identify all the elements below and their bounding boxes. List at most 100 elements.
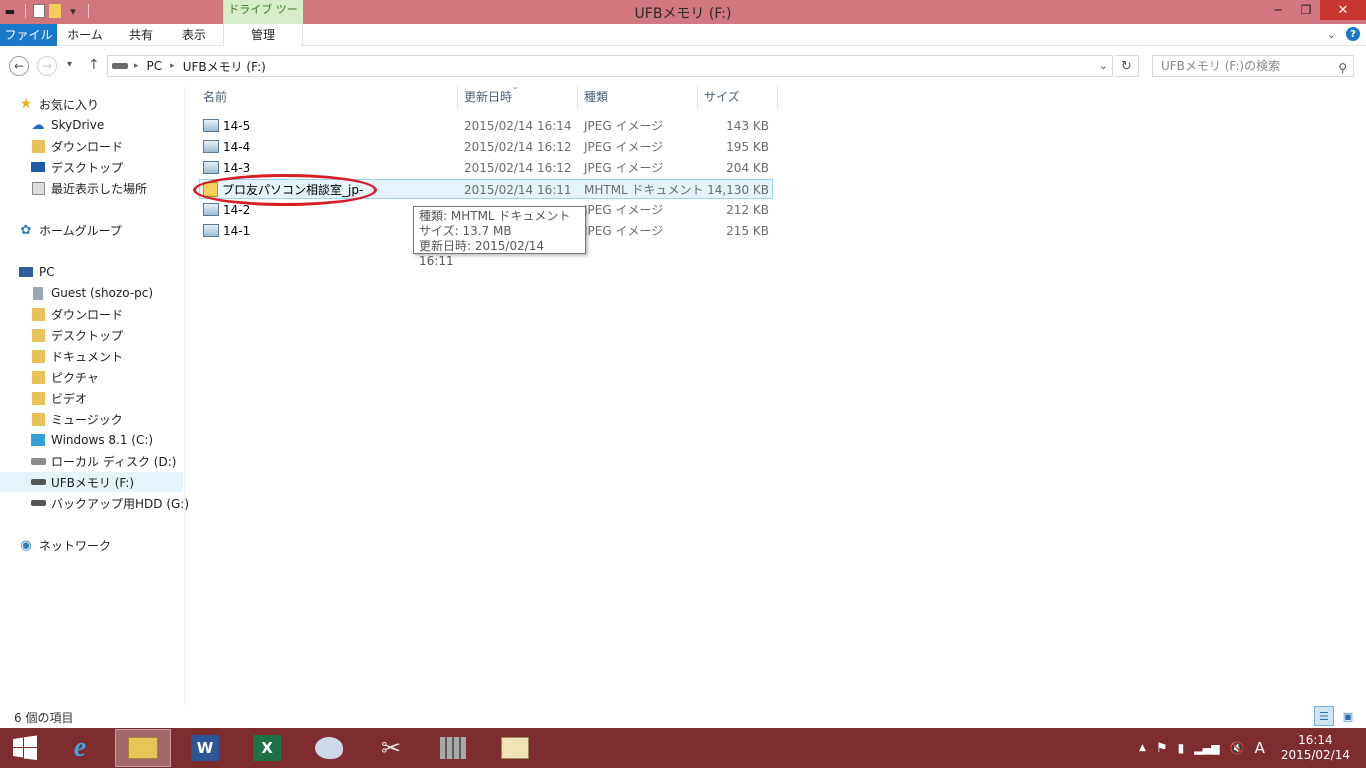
taskbar-excel[interactable]: X	[239, 729, 295, 767]
sidebar-item-pc[interactable]: PC	[18, 262, 55, 282]
up-button[interactable]: ↑	[88, 57, 100, 73]
column-divider[interactable]	[457, 86, 458, 110]
qat-divider	[25, 4, 26, 18]
taskbar-internet-explorer[interactable]: e	[52, 729, 108, 767]
new-folder-icon[interactable]	[49, 4, 61, 18]
excel-icon: X	[253, 735, 281, 761]
taskbar-photo-viewer[interactable]	[487, 729, 543, 767]
tab-file[interactable]: ファイル	[0, 24, 57, 46]
address-bar[interactable]: ▸ PC ▸ UFBメモリ (F:) ⌄	[107, 55, 1113, 77]
pane-divider[interactable]	[184, 86, 185, 706]
file-name: 14-1	[223, 224, 251, 238]
breadcrumb-separator-icon: ▸	[134, 61, 139, 71]
power-icon[interactable]: ▮	[1178, 741, 1185, 755]
show-hidden-icons-button[interactable]: ▲	[1139, 743, 1146, 753]
recent-locations-dropdown[interactable]: ▾	[67, 59, 72, 70]
tab-manage[interactable]: 管理	[223, 24, 303, 46]
ime-mode-indicator[interactable]: A	[1255, 739, 1265, 757]
file-type: JPEG イメージ	[584, 161, 664, 175]
file-row[interactable]: 14-4 2015/02/14 16:12 JPEG イメージ 195 KB	[199, 137, 773, 157]
sidebar-item-desktop[interactable]: デスクトップ	[30, 325, 123, 345]
search-icon[interactable]: ⚲	[1338, 58, 1347, 78]
tab-view[interactable]: 表示	[169, 24, 219, 46]
minimize-button[interactable]: ─	[1264, 0, 1292, 20]
close-button[interactable]: ✕	[1320, 0, 1366, 20]
sidebar-item-favorites[interactable]: ★ お気に入り	[18, 94, 99, 114]
sidebar-item-label: ホームグループ	[39, 223, 122, 238]
breadcrumb-drive[interactable]: UFBメモリ (F:)	[183, 58, 266, 75]
taskbar-word[interactable]: W	[177, 729, 233, 767]
tab-share[interactable]: 共有	[113, 24, 169, 46]
search-input[interactable]: UFBメモリ (F:)の検索 ⚲	[1152, 55, 1354, 77]
column-header-date[interactable]: 更新日時	[464, 86, 512, 108]
large-icons-view-button[interactable]: ▣	[1338, 706, 1358, 726]
sidebar-item-network[interactable]: ◉ ネットワーク	[18, 535, 111, 555]
sidebar-item-drive-g[interactable]: バックアップ用HDD (G:)	[30, 493, 189, 513]
back-button[interactable]: ←	[9, 56, 29, 76]
properties-icon[interactable]	[33, 4, 45, 18]
breadcrumb-pc[interactable]: PC	[147, 59, 163, 73]
file-row[interactable]: 14-5 2015/02/14 16:14 JPEG イメージ 143 KB	[199, 116, 773, 136]
file-name: 14-4	[223, 140, 251, 154]
large-icons-view-icon: ▣	[1342, 709, 1354, 723]
column-header-name[interactable]: 名前	[203, 86, 227, 108]
forward-button[interactable]: →	[37, 56, 57, 76]
taskbar-file-explorer[interactable]	[115, 729, 171, 767]
hard-drive-icon	[30, 453, 46, 469]
start-button[interactable]	[0, 729, 50, 767]
documents-folder-icon	[30, 348, 46, 364]
network-icon: ◉	[20, 537, 32, 553]
action-center-flag-icon[interactable]: ⚑	[1156, 741, 1168, 756]
search-placeholder: UFBメモリ (F:)の検索	[1161, 59, 1281, 73]
maximize-button[interactable]: ❐	[1292, 0, 1320, 20]
volume-muted-icon[interactable]: 🔇	[1230, 741, 1245, 755]
window-controls: ─ ❐ ✕	[1264, 0, 1366, 20]
drive-icon[interactable]: ▬	[2, 3, 18, 19]
sidebar-item-desktop-fav[interactable]: デスクトップ	[30, 157, 123, 177]
jpeg-file-icon	[203, 161, 219, 174]
sidebar-item-guest-share[interactable]: Guest (shozo-pc)	[30, 283, 153, 303]
sidebar-item-recent-places[interactable]: 最近表示した場所	[30, 178, 147, 198]
sidebar-item-drive-c[interactable]: Windows 8.1 (C:)	[30, 430, 153, 450]
sidebar-item-music[interactable]: ミュージック	[30, 409, 123, 429]
column-divider[interactable]	[577, 86, 578, 110]
file-date: 2015/02/14 16:14	[464, 119, 572, 133]
expand-ribbon-icon[interactable]: ⌄	[1327, 28, 1336, 41]
signal-strength-icon[interactable]: ▂▄▆	[1194, 742, 1219, 755]
clock-time: 16:14	[1298, 733, 1333, 747]
jpeg-file-icon	[203, 224, 219, 237]
column-header-size[interactable]: サイズ	[704, 86, 740, 108]
file-date: 2015/02/14 16:12	[464, 140, 572, 154]
taskbar-snipping-tool[interactable]: ✂	[363, 729, 419, 767]
column-divider[interactable]	[777, 86, 778, 110]
jpeg-file-icon	[203, 140, 219, 153]
sidebar-item-drive-f[interactable]: UFBメモリ (F:)	[0, 472, 183, 492]
star-icon: ★	[19, 96, 33, 112]
sidebar-item-videos[interactable]: ビデオ	[30, 388, 87, 408]
sidebar-item-downloads[interactable]: ダウンロード	[30, 304, 123, 324]
sidebar-item-skydrive[interactable]: ☁ SkyDrive	[30, 115, 105, 135]
sidebar-item-label: ビデオ	[51, 391, 88, 406]
details-view-icon: ☰	[1319, 709, 1329, 723]
sidebar-item-drive-d[interactable]: ローカル ディスク (D:)	[30, 451, 176, 471]
customize-qat-icon[interactable]: ▾	[65, 3, 81, 19]
address-history-dropdown-icon[interactable]: ⌄	[1099, 59, 1108, 72]
sidebar-item-pictures[interactable]: ピクチャ	[30, 367, 99, 387]
details-view-button[interactable]: ☰	[1314, 706, 1334, 726]
clock[interactable]: 16:14 2015/02/14	[1281, 733, 1350, 763]
sidebar-item-homegroup[interactable]: ✿ ホームグループ	[18, 220, 122, 240]
refresh-button[interactable]: ↻	[1115, 55, 1139, 77]
column-header-type[interactable]: 種類	[584, 86, 608, 108]
sidebar-item-downloads-fav[interactable]: ダウンロード	[30, 136, 123, 156]
navigation-pane: ★ お気に入り ☁ SkyDrive ダウンロード デスクトップ 最近表示した場…	[0, 86, 189, 706]
help-icon[interactable]: ?	[1346, 27, 1360, 41]
sidebar-item-label: ミュージック	[51, 412, 123, 427]
photo-viewer-icon	[501, 737, 529, 759]
taskbar-app[interactable]	[425, 729, 481, 767]
ribbon-right-controls: ⌄ ?	[1327, 27, 1360, 41]
tab-home[interactable]: ホーム	[57, 24, 113, 46]
column-divider[interactable]	[697, 86, 698, 110]
taskbar-paint[interactable]	[301, 729, 357, 767]
sidebar-item-documents[interactable]: ドキュメント	[30, 346, 123, 366]
sidebar-item-label: デスクトップ	[51, 160, 124, 175]
